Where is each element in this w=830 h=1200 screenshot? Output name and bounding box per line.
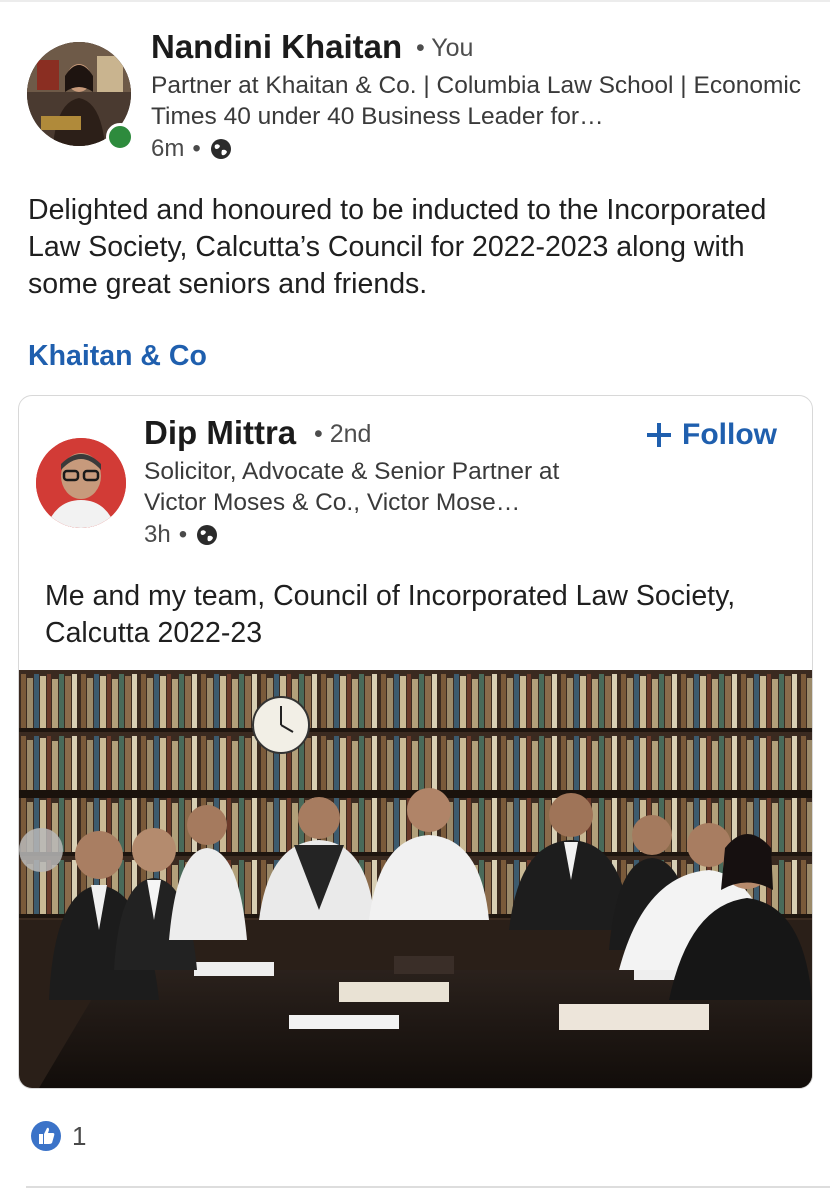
top-divider <box>0 0 830 2</box>
like-icon <box>31 1121 61 1151</box>
post-text: Delighted and honoured to be inducted to… <box>28 194 767 300</box>
reshared-author-name[interactable]: Dip Mittra <box>144 414 296 452</box>
post-image[interactable] <box>19 670 812 1088</box>
author-connection-badge: • You <box>416 34 474 62</box>
reaction-count: 1 <box>72 1120 87 1151</box>
reshared-connection-badge: • 2nd <box>314 420 372 448</box>
author-post-meta: 6m • <box>151 135 233 163</box>
plus-icon <box>647 423 672 447</box>
reshared-post-time: 3h <box>144 521 171 548</box>
reshared-post-meta: 3h • <box>144 521 219 549</box>
bottom-divider <box>26 1186 830 1188</box>
follow-label: Follow <box>682 418 777 451</box>
group-photo-library <box>19 670 812 1088</box>
reshared-author-headline: Solicitor, Advocate & Senior Partner at … <box>144 458 560 516</box>
follow-button[interactable]: Follow <box>646 418 777 452</box>
reshared-author-avatar[interactable] <box>36 438 126 528</box>
reshared-post-text: Me and my team, Council of Incorporated … <box>45 580 736 649</box>
meta-separator: • <box>192 135 201 162</box>
reshared-post-card[interactable]: Dip Mittra • 2nd Follow Solicitor, Advoc… <box>18 395 813 1089</box>
meta-separator: • <box>178 521 188 548</box>
post-time: 6m <box>151 135 185 162</box>
globe-icon <box>197 525 218 545</box>
author-name[interactable]: Nandini Khaitan <box>151 28 402 66</box>
author-headline: Partner at Khaitan & Co. | Columbia Law … <box>151 72 802 130</box>
reshared-author-photo <box>36 438 126 528</box>
online-status-dot <box>106 123 134 151</box>
company-mention-link[interactable]: Khaitan & Co <box>28 340 207 373</box>
globe-icon <box>210 139 231 159</box>
reactions-summary[interactable]: 1 <box>30 1120 86 1152</box>
